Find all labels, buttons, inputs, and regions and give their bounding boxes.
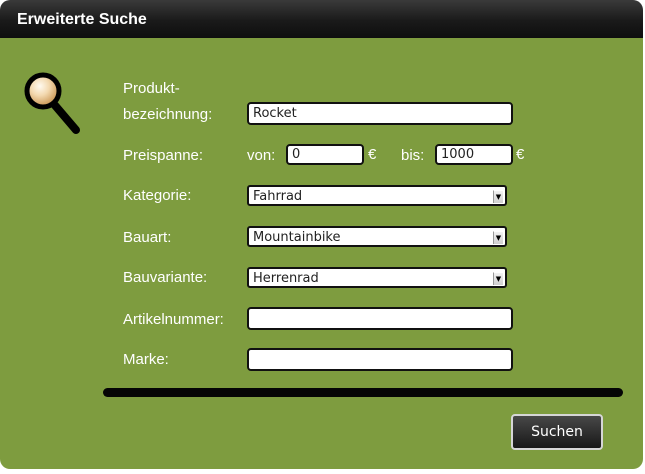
- panel-title: Erweiterte Suche: [17, 11, 147, 28]
- magnifier-icon: [24, 72, 80, 134]
- product-name-input[interactable]: [247, 102, 513, 125]
- dropdown-arrow-icon[interactable]: ▼: [493, 190, 503, 203]
- type-label: Bauart:: [123, 229, 172, 246]
- variant-label: Bauvariante:: [123, 269, 208, 286]
- product-label-line2: bezeichnung:: [123, 106, 213, 123]
- variant-select[interactable]: Herrenrad ▼: [247, 267, 507, 288]
- price-from-label: von:: [247, 147, 276, 164]
- type-select[interactable]: Mountainbike ▼: [247, 226, 507, 247]
- dropdown-arrow-icon[interactable]: ▼: [493, 231, 503, 244]
- price-from-input[interactable]: [286, 144, 364, 165]
- type-value: Mountainbike: [253, 230, 341, 245]
- product-label-line1: Produkt-: [123, 80, 180, 97]
- price-from-currency: €: [368, 146, 377, 163]
- category-label: Kategorie:: [123, 187, 192, 204]
- price-to-label: bis:: [401, 147, 425, 164]
- price-range-label: Preispanne:: [123, 147, 204, 164]
- dropdown-arrow-icon[interactable]: ▼: [493, 272, 503, 285]
- advanced-search-panel: Erweiterte Suche Produkt- bezeichnung: P…: [0, 0, 645, 474]
- brand-input[interactable]: [247, 348, 513, 371]
- brand-label: Marke:: [123, 351, 169, 368]
- price-to-input[interactable]: [435, 144, 513, 165]
- panel-header: Erweiterte Suche: [0, 0, 643, 38]
- variant-value: Herrenrad: [253, 271, 319, 286]
- divider: [103, 388, 623, 397]
- article-number-input[interactable]: [247, 307, 513, 330]
- article-number-label: Artikelnummer:: [123, 311, 224, 328]
- price-to-currency: €: [516, 146, 525, 163]
- category-select[interactable]: Fahrrad ▼: [247, 185, 507, 206]
- category-value: Fahrrad: [253, 189, 303, 204]
- search-button[interactable]: Suchen: [511, 414, 603, 450]
